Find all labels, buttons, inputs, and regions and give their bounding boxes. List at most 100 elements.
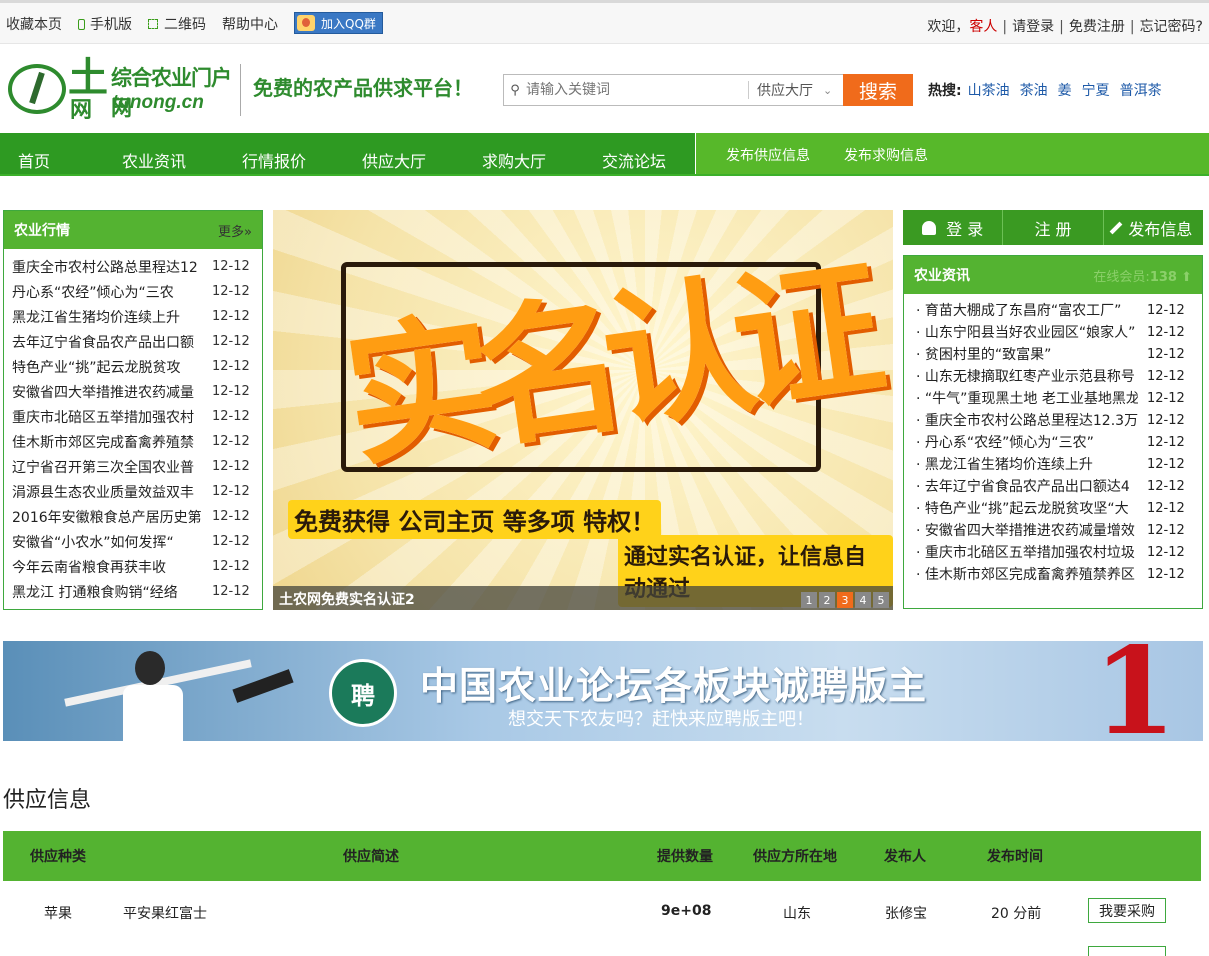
qrcode-label: 二维码 xyxy=(164,17,206,33)
search-input[interactable] xyxy=(526,75,748,105)
news-title[interactable]: 安徽省“小农水”如何发挥“ xyxy=(12,532,204,552)
news-title[interactable]: 丹心系“农经”倾心为“三农 xyxy=(12,282,204,302)
news-title[interactable]: 特色产业“挑”起云龙脱贫攻 xyxy=(12,357,204,377)
list-item[interactable]: · 佳木斯市郊区完成畜禽养殖禁养区 12-12 xyxy=(916,563,1202,585)
list-item[interactable]: 佳木斯市郊区完成畜禽养殖禁 12-12 xyxy=(12,429,262,454)
list-item[interactable]: · 山东无棣摘取红枣产业示范县称号 12-12 xyxy=(916,365,1202,387)
slider-page-dot[interactable]: 5 xyxy=(873,592,889,608)
list-item[interactable]: 辽宁省召开第三次全国农业普 12-12 xyxy=(12,454,262,479)
news-title[interactable]: · 黑龙江省生猪均价连续上升 xyxy=(916,454,1138,474)
list-item[interactable]: · 黑龙江省生猪均价连续上升 12-12 xyxy=(916,453,1202,475)
news-title[interactable]: · 特色产业“挑”起云龙脱贫攻坚“大 xyxy=(916,498,1138,518)
hot-term[interactable]: 宁夏 xyxy=(1082,83,1110,99)
news-title[interactable]: 安徽省四大举措推进农药减量 xyxy=(12,382,204,402)
list-item[interactable]: · 去年辽宁省食品农产品出口额达4 12-12 xyxy=(916,475,1202,497)
news-title[interactable]: · 山东宁阳县当好农业园区“娘家人” xyxy=(916,322,1138,342)
nav-item-home[interactable]: 首页 xyxy=(18,148,50,172)
ad-headline: 中国农业论坛各板块诚聘版主 xyxy=(420,663,928,708)
qrcode-link[interactable]: 二维码 xyxy=(148,14,206,34)
register-button[interactable]: 注 册 xyxy=(1003,210,1104,245)
promo-slider[interactable]: 实名认证 免费获得 公司主页 等多项 特权！ 通过实名认证，让信息自动通过 土农… xyxy=(273,210,893,610)
list-item[interactable]: 安徽省四大举措推进农药减量 12-12 xyxy=(12,379,262,404)
list-item[interactable]: 今年云南省粮食再获丰收 12-12 xyxy=(12,554,262,579)
buy-button-partial[interactable] xyxy=(1088,946,1166,956)
login-link[interactable]: 请登录 xyxy=(1012,19,1054,35)
news-title[interactable]: 2016年安徽粮食总产居历史第 xyxy=(12,507,204,527)
hot-term[interactable]: 山茶油 xyxy=(968,83,1010,99)
publish-purchase-link[interactable]: 发布求购信息 xyxy=(844,145,928,165)
news-title[interactable]: 黑龙江省生猪均价连续上升 xyxy=(12,307,204,327)
nav-item-quotes[interactable]: 行情报价 xyxy=(242,148,306,172)
slider-page-dot[interactable]: 1 xyxy=(801,592,817,608)
news-title[interactable]: 涓源县生态农业质量效益双丰 xyxy=(12,482,204,502)
list-item[interactable]: 2016年安徽粮食总产居历史第 12-12 xyxy=(12,504,262,529)
nav-item-news[interactable]: 农业资讯 xyxy=(122,148,186,172)
news-title[interactable]: · 安徽省四大举措推进农药减量增效 xyxy=(916,520,1138,540)
site-logo[interactable]: 土 网 综合农业门户网 tunong.cn xyxy=(8,58,241,123)
list-item[interactable]: · 重庆全市农村公路总里程达12.3万 12-12 xyxy=(916,409,1202,431)
nav-item-supply[interactable]: 供应大厅 xyxy=(362,148,426,172)
main-nav: 首页 农业资讯 行情报价 供应大厅 求购大厅 交流论坛 发布供应信息 发布求购信… xyxy=(0,133,1209,176)
post-info-button[interactable]: 发布信息 xyxy=(1104,210,1203,245)
recruit-ad-banner[interactable]: 聘 中国农业论坛各板块诚聘版主 想交天下农友吗？赶快来应聘版主吧！ 1 xyxy=(3,641,1203,741)
list-item[interactable]: · 贫困村里的“致富果” 12-12 xyxy=(916,343,1202,365)
nav-item-purchase[interactable]: 求购大厅 xyxy=(482,148,546,172)
list-item[interactable]: · 丹心系“农经”倾心为“三农” 12-12 xyxy=(916,431,1202,453)
qq-group-button[interactable]: 加入QQ群 xyxy=(294,12,383,34)
search-button[interactable]: 搜索 xyxy=(843,74,913,106)
list-item[interactable]: 黑龙江省生猪均价连续上升 12-12 xyxy=(12,304,262,329)
publish-supply-link[interactable]: 发布供应信息 xyxy=(726,145,810,165)
hot-term[interactable]: 普洱茶 xyxy=(1120,83,1162,99)
list-item[interactable]: · 安徽省四大举措推进农药减量增效 12-12 xyxy=(916,519,1202,541)
forgot-password-link[interactable]: 忘记密码? xyxy=(1140,19,1203,35)
list-item[interactable]: · 育苗大棚成了东昌府“富农工厂” 12-12 xyxy=(916,299,1202,321)
nav-item-forum[interactable]: 交流论坛 xyxy=(602,148,666,172)
news-date: 12-12 xyxy=(1147,412,1185,428)
news-title[interactable]: · 丹心系“农经”倾心为“三农” xyxy=(916,432,1138,452)
news-title[interactable]: · 贫困村里的“致富果” xyxy=(916,344,1138,364)
list-item[interactable]: · 山东宁阳县当好农业园区“娘家人” 12-12 xyxy=(916,321,1202,343)
list-item[interactable]: 重庆市北碚区五举措加强农村 12-12 xyxy=(12,404,262,429)
more-link[interactable]: 更多» xyxy=(218,221,252,240)
slider-page-dot[interactable]: 3 xyxy=(837,592,853,608)
mobile-link[interactable]: 手机版 xyxy=(78,14,132,34)
list-item[interactable]: 去年辽宁省食品农产品出口额 12-12 xyxy=(12,329,262,354)
news-title[interactable]: 去年辽宁省食品农产品出口额 xyxy=(12,332,204,352)
news-title[interactable]: · 重庆市北碚区五举措加强农村垃圾 xyxy=(916,542,1138,562)
slider-page-dot[interactable]: 4 xyxy=(855,592,871,608)
list-item[interactable]: 黑龙江 打通粮食购销“经络 12-12 xyxy=(12,579,262,604)
news-title[interactable]: 佳木斯市郊区完成畜禽养殖禁 xyxy=(12,432,204,452)
list-item[interactable]: 涓源县生态农业质量效益双丰 12-12 xyxy=(12,479,262,504)
list-item[interactable]: · 特色产业“挑”起云龙脱贫攻坚“大 12-12 xyxy=(916,497,1202,519)
search-scope-select[interactable]: 供应大厅 ⌄ xyxy=(748,81,844,99)
list-item[interactable]: 重庆全市农村公路总里程达12 12-12 xyxy=(12,254,262,279)
login-button[interactable]: 登 录 xyxy=(903,210,1004,245)
bookmark-link[interactable]: 收藏本页 xyxy=(6,14,62,34)
news-title[interactable]: 辽宁省召开第三次全国农业普 xyxy=(12,457,204,477)
list-item[interactable]: 丹心系“农经”倾心为“三农 12-12 xyxy=(12,279,262,304)
user-icon xyxy=(922,220,937,235)
news-title[interactable]: · 山东无棣摘取红枣产业示范县称号 xyxy=(916,366,1138,386)
list-item[interactable]: 安徽省“小农水”如何发挥“ 12-12 xyxy=(12,529,262,554)
cell-desc[interactable]: 平安果红富士 xyxy=(123,903,207,923)
news-title[interactable]: 重庆全市农村公路总里程达12 xyxy=(12,257,204,277)
slider-page-dot[interactable]: 2 xyxy=(819,592,835,608)
list-item[interactable]: · “牛气”重现黑土地 老工业基地黑龙 12-12 xyxy=(916,387,1202,409)
list-item[interactable]: · 重庆市北碚区五举措加强农村垃圾 12-12 xyxy=(916,541,1202,563)
news-title[interactable]: 今年云南省粮食再获丰收 xyxy=(12,557,204,577)
news-title[interactable]: · 佳木斯市郊区完成畜禽养殖禁养区 xyxy=(916,564,1138,584)
news-title[interactable]: · 去年辽宁省食品农产品出口额达4 xyxy=(916,476,1138,496)
help-link[interactable]: 帮助中心 xyxy=(222,14,278,34)
hot-term[interactable]: 茶油 xyxy=(1020,83,1048,99)
news-title[interactable]: 黑龙江 打通粮食购销“经络 xyxy=(12,582,204,602)
news-date: 12-12 xyxy=(212,484,250,499)
buy-button[interactable]: 我要采购 xyxy=(1088,898,1166,923)
news-title[interactable]: · 重庆全市农村公路总里程达12.3万 xyxy=(916,410,1138,430)
hot-term[interactable]: 姜 xyxy=(1058,83,1072,99)
news-title[interactable]: 重庆市北碚区五举措加强农村 xyxy=(12,407,204,427)
register-link[interactable]: 免费注册 xyxy=(1069,19,1125,35)
news-title[interactable]: · 育苗大棚成了东昌府“富农工厂” xyxy=(916,300,1138,320)
news-title[interactable]: · “牛气”重现黑土地 老工业基地黑龙 xyxy=(916,388,1138,408)
list-item[interactable]: 特色产业“挑”起云龙脱贫攻 12-12 xyxy=(12,354,262,379)
online-members: 在线会员:138 ⬆ xyxy=(1093,266,1192,285)
